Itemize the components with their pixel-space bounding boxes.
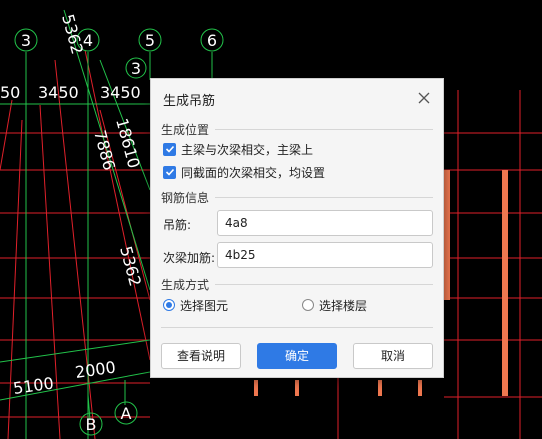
secondary-beam-input[interactable]: 4b25 <box>217 242 433 268</box>
select-element-radio[interactable]: 选择图元 <box>163 297 228 313</box>
dim-3450-a: 3450 <box>38 83 79 102</box>
axis-label-b: B <box>86 415 97 434</box>
select-floor-label: 选择楼层 <box>319 298 368 313</box>
radio-unselected-icon[interactable] <box>302 299 314 311</box>
rebar-section-label: 钢筋信息 <box>161 189 216 206</box>
axis-label-5: 5 <box>145 31 155 50</box>
secondary-beam-label: 次梁加筋: <box>163 251 216 265</box>
footer-divider <box>161 327 433 328</box>
axis-label-6: 6 <box>207 31 217 50</box>
method-section-label: 生成方式 <box>161 276 216 293</box>
dim-5362-mid: 5362 <box>116 244 145 288</box>
checkbox-checked-icon[interactable] <box>163 142 176 156</box>
dialog-title: 生成吊筋 <box>163 94 216 109</box>
position-section-label: 生成位置 <box>161 121 216 138</box>
dim-3450-b: 3450 <box>100 83 141 102</box>
generate-hanger-rebar-dialog: 生成吊筋 生成位置 主梁与次梁相交，主梁上 同截面的次梁相交，均设置 钢筋信息 … <box>150 78 444 378</box>
dim-5100: 5100 <box>12 373 55 397</box>
radio-selected-icon[interactable] <box>163 299 175 311</box>
select-floor-radio[interactable]: 选择楼层 <box>302 297 367 313</box>
checkbox-checked-icon[interactable] <box>163 165 176 179</box>
option-main-beam-label: 主梁与次梁相交，主梁上 <box>181 142 314 157</box>
option-main-beam-checkbox[interactable]: 主梁与次梁相交，主梁上 <box>163 141 313 157</box>
select-element-label: 选择图元 <box>180 298 229 313</box>
dim-2000: 2000 <box>74 357 117 381</box>
option-same-section-checkbox[interactable]: 同截面的次梁相交，均设置 <box>163 164 325 180</box>
axis-label-a: A <box>121 404 132 423</box>
dim-5362-top: 5362 <box>58 12 87 56</box>
rebar-section: 钢筋信息 <box>161 189 433 206</box>
option-same-section-label: 同截面的次梁相交，均设置 <box>181 165 326 180</box>
dim-50: 50 <box>0 83 20 102</box>
position-section: 生成位置 <box>161 121 433 138</box>
method-section: 生成方式 <box>161 276 433 293</box>
hanger-input[interactable]: 4a8 <box>217 210 433 236</box>
cancel-button[interactable]: 取消 <box>353 343 433 369</box>
ok-button[interactable]: 确定 <box>257 343 337 369</box>
view-help-button[interactable]: 查看说明 <box>161 343 241 369</box>
axis-label-3: 3 <box>21 31 31 50</box>
close-icon[interactable] <box>413 87 435 109</box>
axis-label-3b: 3 <box>131 59 141 78</box>
hanger-label: 吊筋: <box>163 218 192 232</box>
dialog-titlebar: 生成吊筋 <box>151 79 443 117</box>
dim-7886: 7886 <box>90 128 119 172</box>
